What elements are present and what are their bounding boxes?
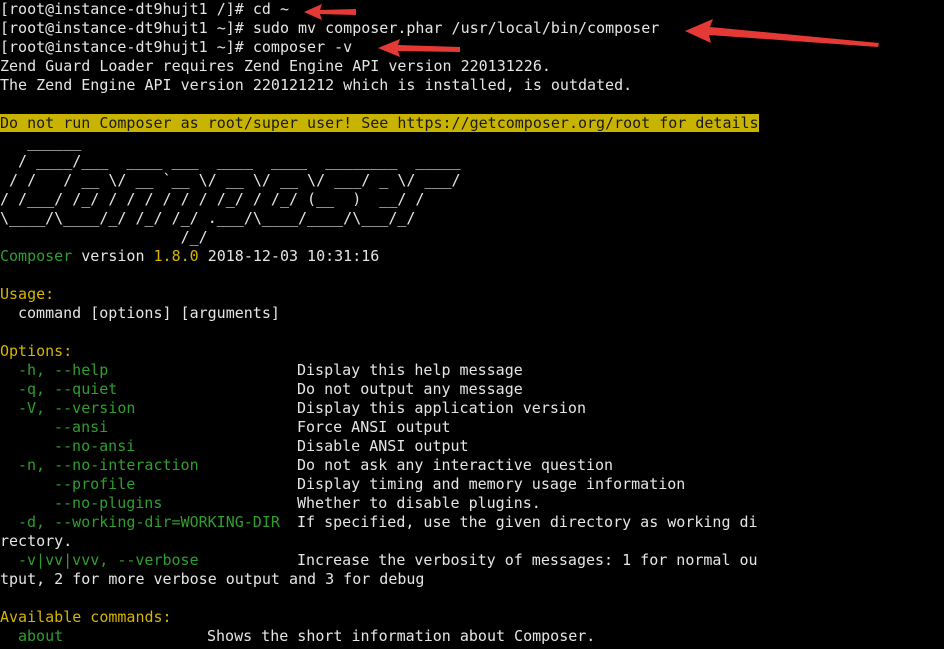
commands-list: about Shows the short information about C… xyxy=(0,627,944,646)
version-label: version xyxy=(72,247,154,265)
option-name: --ansi xyxy=(54,418,109,436)
option-description-wrap: tput, 2 for more verbose output and 3 fo… xyxy=(0,570,425,588)
command-line-2: [root@instance-dt9hujt1 ~]# sudo mv comp… xyxy=(0,19,944,38)
option-description: Whether to disable plugins. xyxy=(297,494,541,512)
shell-command: sudo mv composer.phar /usr/local/bin/com… xyxy=(252,19,660,37)
option-description: Display this application version xyxy=(297,399,586,417)
logo-line-6: /_/ xyxy=(0,228,208,246)
option-description: Disable ANSI output xyxy=(297,437,469,455)
option-description: Do not output any message xyxy=(297,380,523,398)
option-row: -d, --working-dir=WORKING-DIR If specifie… xyxy=(0,513,944,532)
option-row: -h, --help Display this help message xyxy=(0,361,944,380)
option-row: --no-ansi Disable ANSI output xyxy=(0,437,944,456)
shell-command: composer -v xyxy=(252,38,353,56)
version-number: 1.8.0 xyxy=(153,247,199,265)
usage-text: command [options] [arguments] xyxy=(18,304,280,322)
root-warning: Do not run Composer as root/super user! … xyxy=(0,114,759,132)
option-description: If specified, use the given directory as… xyxy=(297,513,758,531)
option-row: --profile Display timing and memory usage… xyxy=(0,475,944,494)
option-description: Display timing and memory usage informat… xyxy=(297,475,686,493)
options-list: -h, --help Display this help message -q, -… xyxy=(0,361,944,589)
option-description: Increase the verbosity of messages: 1 fo… xyxy=(297,551,758,569)
option-name: -d, --working-dir=WORKING-DIR xyxy=(18,513,280,531)
root-warning-line: Do not run Composer as root/super user! … xyxy=(0,114,944,133)
option-row: --no-plugins Whether to disable plugins. xyxy=(0,494,944,513)
option-name: --profile xyxy=(54,475,136,493)
logo-line-1: ______ xyxy=(0,133,82,151)
logo-line-5: \____/\____/_/ /_/ /_/ .___/\____/____/\… xyxy=(0,209,416,227)
option-row: -v|vv|vvv, --verbose Increase the verbosi… xyxy=(0,551,944,570)
option-row: -q, --quiet Do not output any message xyxy=(0,380,944,399)
option-name: --no-plugins xyxy=(54,494,163,512)
option-name: -q, --quiet xyxy=(18,380,118,398)
option-row: -n, --no-interaction Do not ask any inter… xyxy=(0,456,944,475)
command-description: Shows the short information about Compos… xyxy=(207,627,596,645)
available-commands-heading: Available commands: xyxy=(0,608,172,626)
option-name: -h, --help xyxy=(18,361,109,379)
option-name: -n, --no-interaction xyxy=(18,456,199,474)
shell-prompt: [root@instance-dt9hujt1 ~]# xyxy=(0,38,253,56)
option-description-wrap: rectory. xyxy=(0,532,73,550)
logo-line-2: / ____/___ ____ ___ ____ ____ ________ _… xyxy=(0,152,461,170)
command-line-1: [root@instance-dt9hujt1 /]# cd ~ xyxy=(0,0,944,19)
option-description: Force ANSI output xyxy=(297,418,451,436)
option-description: Display this help message xyxy=(297,361,523,379)
version-line: Composer version 1.8.0 2018-12-03 10:31:… xyxy=(0,247,944,266)
error-line-2: The Zend Engine API version 220121212 wh… xyxy=(0,76,633,94)
command-line-3: [root@instance-dt9hujt1 ~]# composer -v xyxy=(0,38,944,57)
command-name: about xyxy=(18,627,64,645)
option-name: -V, --version xyxy=(18,399,136,417)
option-row: -V, --version Display this application ve… xyxy=(0,399,944,418)
usage-heading: Usage: xyxy=(0,285,55,303)
terminal-window[interactable]: [root@instance-dt9hujt1 /]# cd ~ [root@i… xyxy=(0,0,944,649)
options-heading: Options: xyxy=(0,342,73,360)
shell-command: cd ~ xyxy=(252,0,289,18)
option-name: --no-ansi xyxy=(54,437,136,455)
version-date: 2018-12-03 10:31:16 xyxy=(198,247,380,265)
app-name: Composer xyxy=(0,247,73,265)
option-name: -v|vv|vvv, --verbose xyxy=(18,551,199,569)
shell-prompt: [root@instance-dt9hujt1 /]# xyxy=(0,0,253,18)
error-line-1: Zend Guard Loader requires Zend Engine A… xyxy=(0,57,551,75)
option-description: Do not ask any interactive question xyxy=(297,456,614,474)
logo-line-3: / / / __ \/ __ `__ \/ __ \/ __ \/ ___/ _… xyxy=(0,171,461,189)
option-row: --ansi Force ANSI output xyxy=(0,418,944,437)
logo-line-4: / /___/ /_/ / / / / / / /_/ / /_/ (__ ) … xyxy=(0,190,425,208)
command-row: about Shows the short information about C… xyxy=(0,627,944,646)
shell-prompt: [root@instance-dt9hujt1 ~]# xyxy=(0,19,253,37)
